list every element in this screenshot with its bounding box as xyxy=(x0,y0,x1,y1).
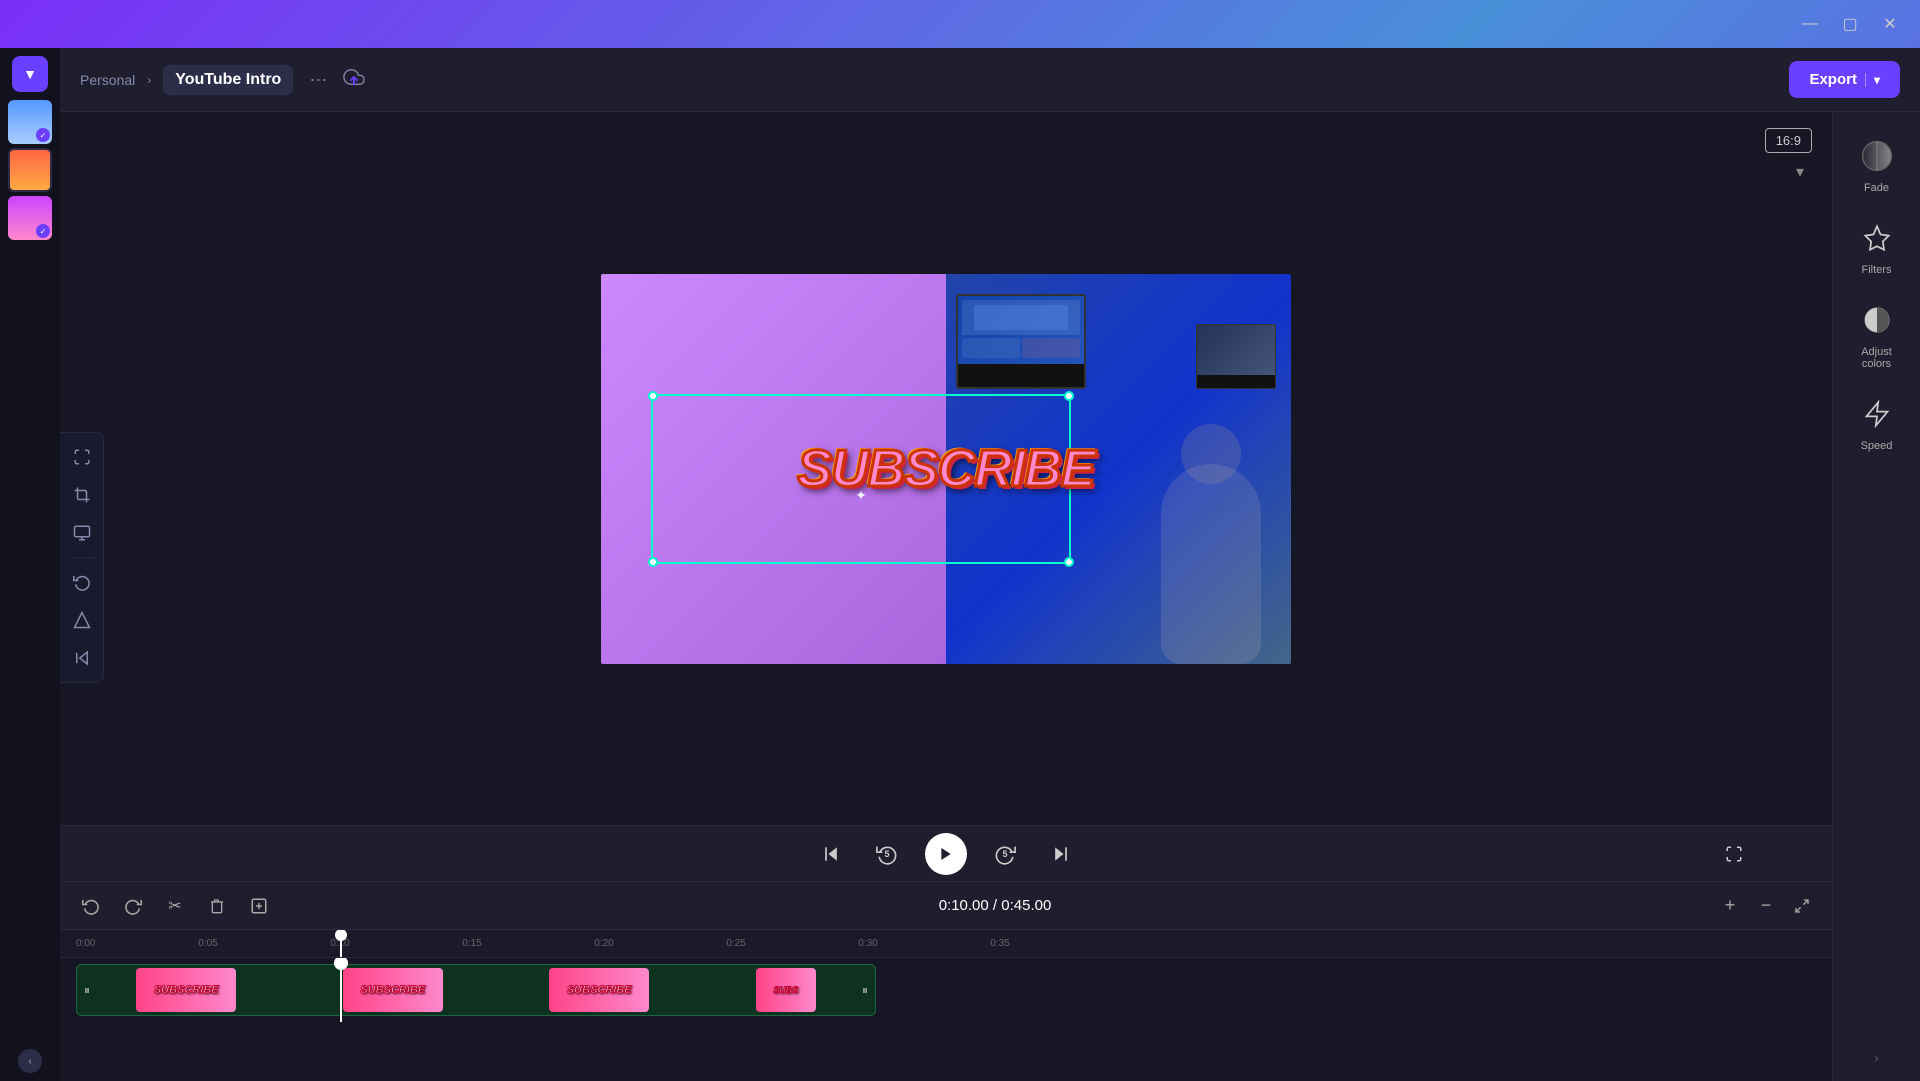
timeline-time-display: 0:10.00 / 0:45.00 xyxy=(286,897,1704,914)
timeline-area: ✂ 0:10.00 / 0:45.00 xyxy=(60,881,1832,1081)
export-button[interactable]: Export ▾ xyxy=(1789,61,1900,98)
rewind-5s-button[interactable]: 5 xyxy=(869,836,905,872)
breadcrumb-personal[interactable]: Personal xyxy=(80,72,135,88)
maximize-button[interactable]: ▢ xyxy=(1836,10,1864,38)
media-thumbnail-2[interactable] xyxy=(8,148,52,192)
handle-bottom-right[interactable] xyxy=(1064,557,1074,567)
subscribe-text-overlay: SUBSCRIBE xyxy=(797,439,1094,499)
timeline-ruler: 0:00 0:05 0:10 0:15 0:20 0:25 0:30 0:35 xyxy=(60,930,1832,958)
breadcrumb-arrow: › xyxy=(147,73,151,87)
clip-thumb-1: SUBSCRIBE xyxy=(136,968,236,1012)
flip-tool[interactable] xyxy=(66,604,98,636)
clip-thumb-3: SUBSCRIBE xyxy=(549,968,649,1012)
ruler-mark-0: 0:00 xyxy=(76,938,142,949)
crop-tool[interactable] xyxy=(66,479,98,511)
speed-icon xyxy=(1857,394,1897,434)
clip-inner: SUBSCRIBE SUBSCRIBE SUBSCRIBE xyxy=(77,964,875,1016)
close-button[interactable]: ✕ xyxy=(1876,10,1904,38)
timeline-toolbar: ✂ 0:10.00 / 0:45.00 xyxy=(60,882,1832,930)
filters-label: Filters xyxy=(1862,264,1892,276)
filters-icon xyxy=(1857,218,1897,258)
forward-5s-button[interactable]: 5 xyxy=(987,836,1023,872)
back-tool[interactable] xyxy=(66,642,98,674)
media-thumbnail-3[interactable]: ✓ xyxy=(8,196,52,240)
display-tool[interactable] xyxy=(66,517,98,549)
fade-effect-item[interactable]: Fade xyxy=(1841,128,1913,202)
playback-controls: 5 5 xyxy=(60,825,1832,881)
clip-thumb-4: SUBS xyxy=(756,968,816,1012)
filters-effect-item[interactable]: Filters xyxy=(1841,210,1913,284)
ruler-mark-30: 0:30 xyxy=(802,938,934,949)
app-window: Personal › YouTube Intro ··· Export ▾ 16… xyxy=(60,48,1920,1081)
clip-left-handle[interactable]: ⏸ xyxy=(81,980,93,1000)
zoom-controls: + − xyxy=(1716,892,1816,920)
undo-button[interactable] xyxy=(76,891,106,921)
video-frame: ✦ ✦ SUBSCRIBE xyxy=(601,274,1291,664)
speed-effect-item[interactable]: Speed xyxy=(1841,386,1913,460)
adjust-colors-item[interactable]: Adjust colors xyxy=(1841,292,1913,378)
side-panel: ▼ ✓ ✓ ‹ xyxy=(0,48,60,1081)
clip-thumb-2: SUBSCRIBE xyxy=(343,968,443,1012)
ruler-mark-25: 0:25 xyxy=(670,938,802,949)
ruler-mark-35: 0:35 xyxy=(934,938,1066,949)
content-area: 16:9 xyxy=(60,112,1920,1081)
playhead-tracks xyxy=(340,958,342,1022)
clip-right-handle[interactable]: ⏸ xyxy=(859,980,871,1000)
play-button[interactable] xyxy=(925,833,967,875)
add-clip-button[interactable] xyxy=(244,891,274,921)
main-video-area: 16:9 xyxy=(60,112,1832,1081)
thumb-check-1: ✓ xyxy=(36,128,50,142)
export-chevron: ▾ xyxy=(1865,73,1880,87)
collapse-timeline-button[interactable]: ▾ xyxy=(1788,160,1812,184)
zoom-out-button[interactable]: − xyxy=(1752,892,1780,920)
collapse-right-panel[interactable]: › xyxy=(1875,1051,1879,1065)
ruler-mark-5: 0:05 xyxy=(142,938,274,949)
redo-button[interactable] xyxy=(118,891,148,921)
tool-divider xyxy=(70,557,94,558)
thumb-check-3: ✓ xyxy=(36,224,50,238)
title-bar: — ▢ ✕ xyxy=(0,0,1920,48)
more-menu-button[interactable]: ··· xyxy=(301,65,335,94)
handle-bottom-left[interactable] xyxy=(648,557,658,567)
playhead-ruler xyxy=(340,930,342,957)
delete-button[interactable] xyxy=(202,891,232,921)
adjust-colors-icon xyxy=(1857,300,1897,340)
resize-tool[interactable] xyxy=(66,441,98,473)
speed-label: Speed xyxy=(1861,440,1893,452)
ruler-mark-20: 0:20 xyxy=(538,938,670,949)
panel-toggle[interactable]: ▼ xyxy=(12,56,48,92)
rotate-tool[interactable] xyxy=(66,566,98,598)
video-canvas: 16:9 xyxy=(60,112,1832,825)
adjust-colors-label: Adjust colors xyxy=(1849,346,1905,370)
fade-label: Fade xyxy=(1864,182,1889,194)
timeline-clip-main[interactable]: ⏸ SUBSCRIBE SUBSCRIBE SUBSCR xyxy=(76,964,876,1016)
handle-top-right[interactable] xyxy=(1064,391,1074,401)
handle-top-left[interactable] xyxy=(648,391,658,401)
timeline-tracks: ⏸ SUBSCRIBE SUBSCRIBE SUBSCR xyxy=(60,958,1832,1022)
media-thumbnail-1[interactable]: ✓ xyxy=(8,100,52,144)
ruler-mark-15: 0:15 xyxy=(406,938,538,949)
zoom-in-button[interactable]: + xyxy=(1716,892,1744,920)
tool-panel xyxy=(60,432,104,683)
aspect-ratio-badge[interactable]: 16:9 xyxy=(1765,128,1812,153)
app-header: Personal › YouTube Intro ··· Export ▾ xyxy=(60,48,1920,112)
timeline-scroll-area: 0:00 0:05 0:10 0:15 0:20 0:25 0:30 0:35 xyxy=(60,930,1832,1081)
fade-icon xyxy=(1857,136,1897,176)
track-row-1: ⏸ SUBSCRIBE SUBSCRIBE SUBSCR xyxy=(60,958,1832,1022)
right-effects-panel: Fade Filters xyxy=(1832,112,1920,1081)
minimize-button[interactable]: — xyxy=(1796,10,1824,38)
fit-timeline-button[interactable] xyxy=(1788,892,1816,920)
thumb-bg-2 xyxy=(10,150,50,190)
fullscreen-button[interactable] xyxy=(1716,836,1752,872)
cloud-sync-icon[interactable] xyxy=(343,66,365,93)
project-title[interactable]: YouTube Intro xyxy=(163,65,293,95)
skip-to-start-button[interactable] xyxy=(813,836,849,872)
skip-to-end-button[interactable] xyxy=(1043,836,1079,872)
collapse-left-panel[interactable]: ‹ xyxy=(18,1049,42,1073)
cut-button[interactable]: ✂ xyxy=(160,891,190,921)
